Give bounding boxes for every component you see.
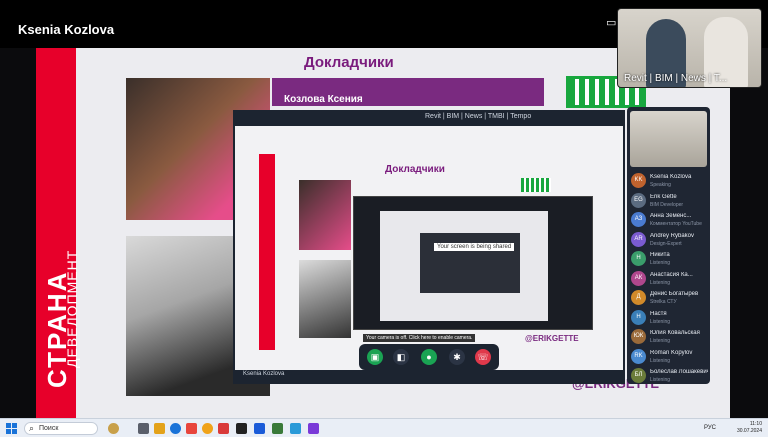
participant-status: Listening (650, 357, 671, 364)
participant-item[interactable]: АК Анастасия Ка... Listening (631, 269, 709, 289)
participant-avatar: Н (631, 251, 646, 266)
participant-name: Юлия Ковальская (650, 330, 700, 336)
inner-speaker-photo-2 (299, 260, 351, 338)
folder-icon[interactable] (154, 423, 165, 434)
brand-strip: СТРАНА ДЕВЕЛОПМЕНТ (36, 48, 80, 418)
settings-icon[interactable]: ✱ (449, 349, 465, 365)
app-icon[interactable] (272, 423, 283, 434)
shared-screen-window[interactable]: Revit | BIM | News | TMBI | Tempo Доклад… (233, 110, 625, 384)
office-icon[interactable] (186, 423, 197, 434)
participant-avatar: АК (631, 270, 646, 286)
app-icon[interactable] (308, 423, 319, 434)
telegram-icon[interactable] (290, 423, 301, 434)
camera-notice[interactable]: Your camera is off. Click here to enable… (363, 334, 476, 342)
layout-icon[interactable]: ▭ (606, 16, 616, 29)
participant-name: Ksenia Kozlova (650, 174, 692, 180)
participant-item[interactable]: БЛ Болеслав Лошакевич... Listening (631, 366, 709, 384)
participant-name: Настя (650, 310, 667, 317)
participant-avatar: АЗ (631, 212, 646, 227)
app-icon[interactable] (254, 423, 265, 434)
participant-avatar: Д (631, 290, 646, 305)
taskbar: ⌕ Поиск РУС 11:10 30.07.2024 (0, 418, 768, 437)
participant-avatar: KK (631, 173, 646, 188)
participant-item[interactable]: Д Денис Богатырев Strelka СТУ (631, 288, 709, 308)
camera-caption: Revit | BIM | News | T... (624, 73, 728, 84)
participant-item[interactable]: Н Настя Listening (631, 308, 709, 328)
hang-up-icon[interactable]: ☏ (475, 349, 491, 365)
participant-item[interactable]: Н Никита Listening (631, 249, 709, 269)
slide-title: Докладчики (304, 54, 394, 71)
participant-name: Болеслав Лошакевич... (650, 369, 708, 375)
system-clock[interactable]: 11:10 30.07.2024 (737, 421, 762, 435)
participant-item[interactable]: RK Roman Kopylov Listening (631, 347, 709, 367)
participant-item[interactable]: EG Erik Gette BIM Developer (631, 191, 709, 211)
participant-avatar: ЮК (631, 329, 646, 344)
participant-status: Strelka СТУ (650, 299, 677, 305)
share-screen-icon[interactable]: ▣ (367, 349, 383, 365)
panel-camera-thumb[interactable] (630, 111, 707, 167)
microphone-icon[interactable]: ● (421, 349, 437, 365)
recursive-mini (420, 233, 520, 293)
participant-name: Анастасия Ка... (650, 271, 693, 278)
participant-name: Денис Богатырев (650, 291, 699, 297)
chrome-icon[interactable] (202, 423, 213, 434)
participant-status: Listening (650, 377, 671, 383)
participant-avatar: EG (631, 192, 646, 208)
participant-avatar: Н (631, 309, 646, 325)
inner-slide-title: Докладчики (385, 164, 445, 175)
presenter-name: Ksenia Kozlova (18, 22, 115, 37)
participant-avatar: RK (631, 348, 646, 364)
app-icon[interactable] (236, 423, 247, 434)
taskbar-app-icon[interactable] (108, 423, 119, 434)
participant-name: Erik Gette (650, 193, 677, 200)
call-controls: ▣ ◧ ● ✱ ☏ (359, 344, 499, 370)
language-indicator[interactable]: РУС (704, 425, 716, 431)
shared-window-user: Ksenia Kozlova (243, 371, 285, 377)
participant-status: Комментатор YouTube (650, 221, 702, 227)
recursive-share-view: Your screen is being shared (353, 196, 593, 330)
participant-status: Listening (650, 279, 671, 286)
participant-status: Design-Expert (650, 240, 682, 247)
camera-off-icon[interactable]: ◧ (393, 349, 409, 365)
participant-item[interactable]: АЗ Анна Земенс... Комментатор YouTube (631, 210, 709, 230)
inner-brand-strip (259, 154, 275, 350)
brand-sub: ДЕВЕЛОПМЕНТ (64, 249, 80, 368)
participant-item[interactable]: AR Andrey Rybakov Design-Expert (631, 230, 709, 250)
edge-icon[interactable] (170, 423, 181, 434)
app-icon[interactable] (218, 423, 229, 434)
participant-status: BIM Developer (650, 201, 684, 208)
inner-qr-code (521, 178, 551, 192)
shared-window-titlebar: Revit | BIM | News | TMBI | Tempo (235, 112, 623, 126)
participant-avatar: БЛ (631, 368, 646, 383)
share-status-label: Your screen is being shared (434, 243, 515, 251)
participant-status: Speaking (650, 182, 671, 188)
inner-speaker-photo-1 (299, 180, 351, 250)
speaker-name: Козлова Ксения (284, 94, 363, 105)
inner-speaker-handle: @ERIKGETTE (525, 334, 579, 343)
participant-name: Andrey Rybakov (650, 232, 695, 239)
clock-time: 11:10 (749, 421, 762, 427)
participant-item[interactable]: KK Ksenia Kozlova Speaking (631, 171, 709, 191)
participant-status: Listening (650, 260, 671, 266)
participant-status: Listening (650, 318, 671, 325)
participant-name: Никита (650, 252, 670, 258)
participant-status: Listening (650, 338, 671, 344)
participant-avatar: AR (631, 231, 646, 247)
participants-panel[interactable]: KK Ksenia Kozlova Speaking EG Erik Gette BIM … (627, 107, 710, 384)
search-icon: ⌕ (29, 423, 35, 433)
windows-start-icon[interactable] (6, 423, 17, 434)
clock-date: 30.07.2024 (736, 428, 762, 434)
participant-name: Roman Kopylov (650, 349, 693, 356)
taskbar-app-icon[interactable] (138, 423, 149, 434)
taskbar-search[interactable]: ⌕ Поиск (24, 422, 98, 435)
screen: Ksenia Kozlova ▭ СТРАНА ДЕВЕЛОПМЕНТ Докл… (0, 0, 768, 437)
shared-window-tabs: Revit | BIM | News | TMBI | Tempo (425, 113, 532, 120)
recursive-core (380, 211, 548, 321)
participant-item[interactable]: ЮК Юлия Ковальская Listening (631, 327, 709, 347)
speaker-name-band: Козлова Ксения (272, 78, 544, 106)
speaker-camera[interactable]: Revit | BIM | News | T... (617, 8, 762, 88)
participant-name: Анна Земенс... (650, 213, 692, 219)
shared-window-statusbar: Ksenia Kozlova (235, 370, 623, 382)
search-label: Поиск (39, 425, 59, 432)
